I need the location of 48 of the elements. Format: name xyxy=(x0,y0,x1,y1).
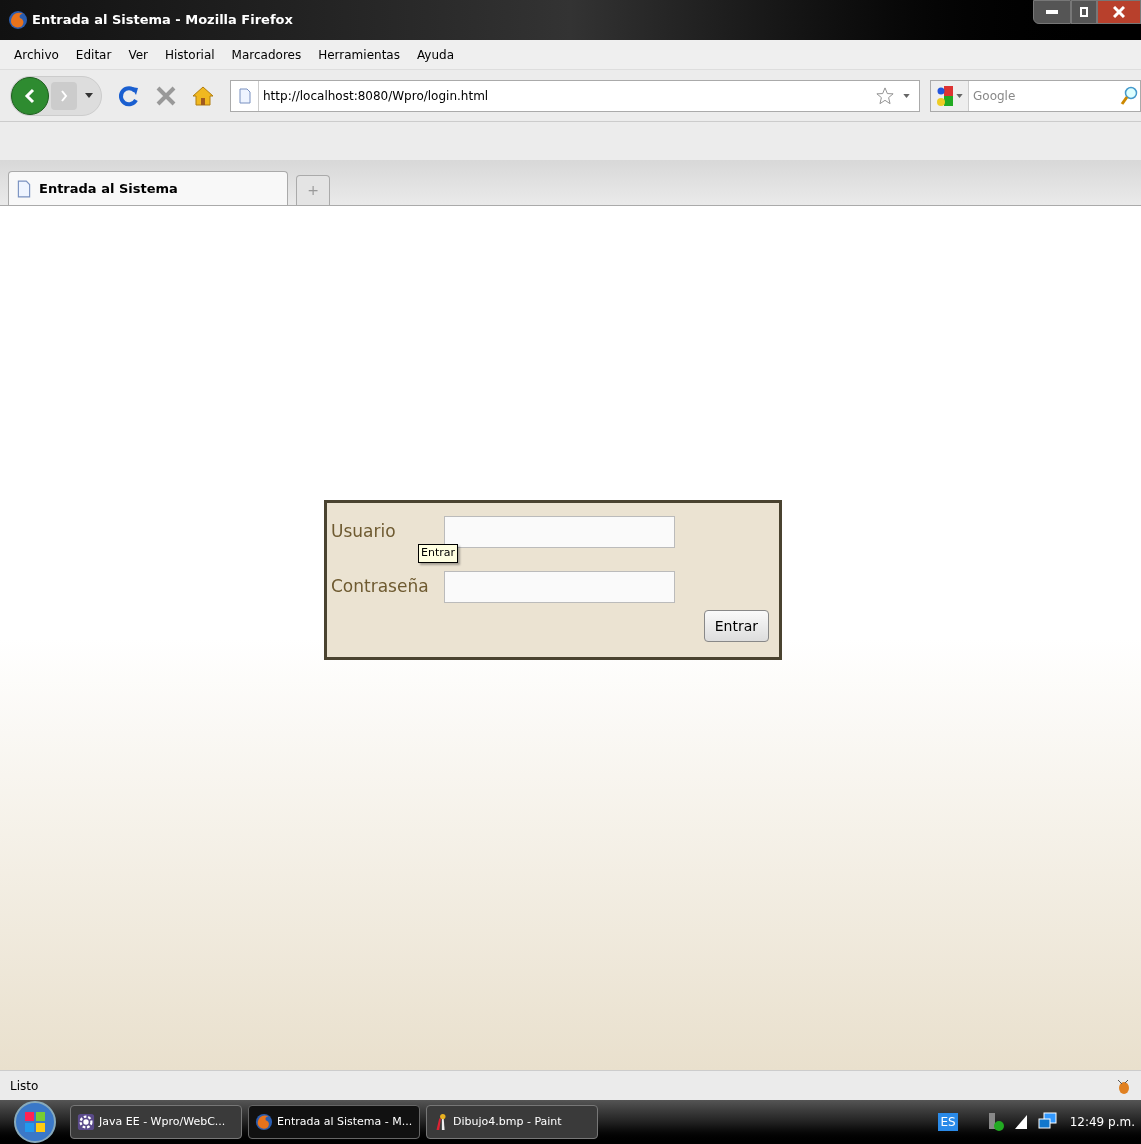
clock: 12:49 p.m. xyxy=(1069,1114,1135,1131)
text-field[interactable] xyxy=(444,571,675,603)
network-icon xyxy=(1037,1112,1058,1132)
text-field[interactable] xyxy=(444,516,675,548)
search-engine-icon xyxy=(936,84,954,107)
taskbar-button[interactable]: Entrada al Sistema - M... xyxy=(248,1105,420,1139)
menu-item[interactable]: Historial xyxy=(165,45,215,64)
dropdown-caret-icon[interactable] xyxy=(85,93,93,98)
search-input[interactable]: Google xyxy=(973,86,1113,105)
volume-icon xyxy=(1013,1113,1030,1131)
page-icon xyxy=(17,179,31,198)
close-button[interactable] xyxy=(1097,0,1141,24)
search-field[interactable]: Google xyxy=(930,79,1141,112)
firefox-icon xyxy=(255,1113,273,1131)
home-icon[interactable] xyxy=(192,84,214,107)
firefox-icon xyxy=(8,10,28,30)
search-icon[interactable] xyxy=(1120,85,1138,106)
field-label: Contraseña xyxy=(331,575,430,599)
address-field[interactable]: http://localhost:8080/Wpro/login.html xyxy=(230,79,920,112)
taskbar-button[interactable]: Java EE - Wpro/WebC... xyxy=(70,1105,242,1139)
gear-icon xyxy=(77,1113,95,1131)
maximize-button[interactable] xyxy=(1071,0,1097,24)
status-text: Listo xyxy=(10,1077,39,1095)
menu-item[interactable]: Ver xyxy=(128,45,148,64)
window-title: Entrada al Sistema - Mozilla Firefox xyxy=(32,11,293,30)
back-button[interactable] xyxy=(11,76,49,115)
menu-item[interactable]: Marcadores xyxy=(231,45,302,64)
dropdown-caret-icon[interactable] xyxy=(956,93,963,98)
submit-button[interactable]: Entrar xyxy=(703,610,769,642)
star-icon[interactable] xyxy=(876,86,894,105)
tab-label: Entrada al Sistema xyxy=(39,179,178,198)
menu-item[interactable]: Herramientas xyxy=(318,45,400,64)
menu-item[interactable]: Editar xyxy=(75,45,112,64)
reload-icon[interactable] xyxy=(118,84,140,107)
menu-item[interactable]: Ayuda xyxy=(416,45,455,64)
start-button[interactable] xyxy=(14,1101,56,1143)
menu-item[interactable]: Archivo xyxy=(14,45,59,64)
dropdown-caret-icon[interactable] xyxy=(903,93,910,98)
field-label: Usuario xyxy=(331,520,397,544)
close-icon xyxy=(1113,6,1125,18)
page-icon xyxy=(238,87,251,104)
url-text: http://localhost:8080/Wpro/login.html xyxy=(263,87,489,105)
language-indicator[interactable]: ES xyxy=(938,1113,958,1131)
tooltip: Entrar xyxy=(418,544,459,563)
windows-logo-icon xyxy=(24,1111,46,1133)
minimize-button[interactable] xyxy=(1033,0,1071,24)
taskbar-button[interactable]: Dibujo4.bmp - Paint xyxy=(426,1105,598,1139)
browser-tab[interactable]: Entrada al Sistema xyxy=(8,171,288,205)
